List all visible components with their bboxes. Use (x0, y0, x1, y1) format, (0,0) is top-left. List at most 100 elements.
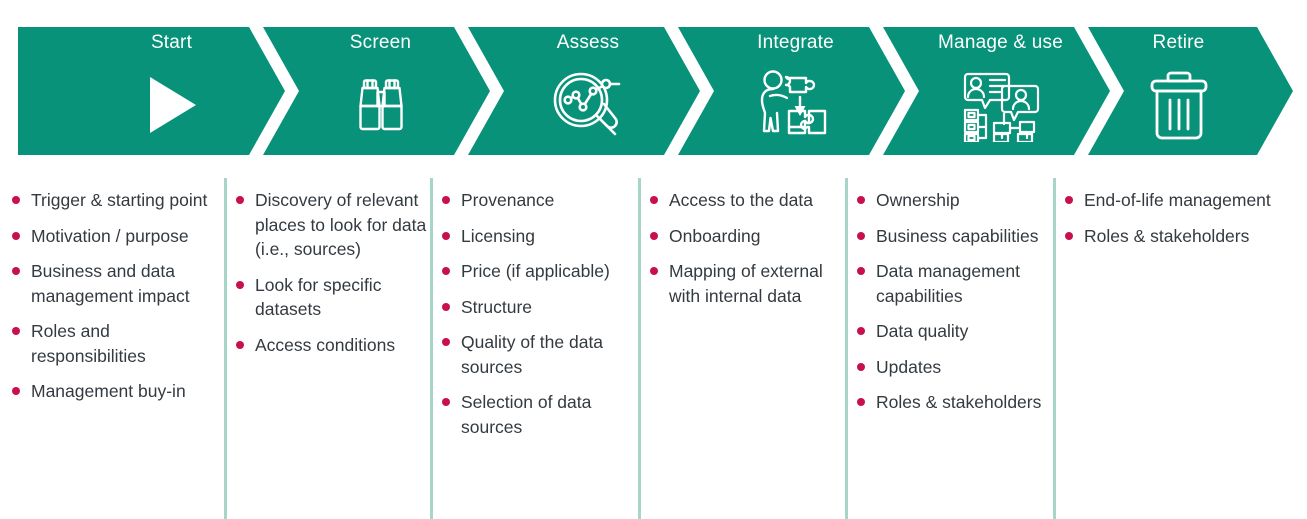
bullet-dot-icon (12, 196, 20, 204)
list-item-label: Roles & stakeholders (1084, 225, 1250, 246)
list-item: Roles & stakeholders (1053, 224, 1307, 249)
list-item: Licensing (430, 224, 638, 249)
list-item: Business and data management impact (0, 259, 224, 308)
list-item-label: End-of-life management (1084, 190, 1271, 210)
list-item-label: Structure (461, 296, 532, 317)
bullet-dot-icon (857, 231, 865, 240)
binoculars-icon (358, 79, 403, 131)
stage-chevron-screen[interactable]: Screen (263, 27, 490, 155)
stage-detail-columns: Trigger & starting point Motivation / pur… (0, 178, 1307, 519)
stage-icon-wrapper (682, 65, 909, 145)
list-item: Quality of the data sources (430, 330, 638, 379)
stage-chevron-integrate[interactable]: Integrate (678, 27, 905, 155)
list-item: Updates (845, 355, 1053, 380)
list-item-label: Business and data management impact (31, 261, 190, 306)
bullet-dot-icon (857, 327, 865, 335)
list-item: Roles and responsibilities (0, 319, 224, 368)
bullet-dot-icon (12, 327, 20, 335)
list-item-label: Trigger & starting point (31, 190, 208, 210)
list-item-label: Mapping of external with internal data (669, 261, 823, 306)
bullet-list: End-of-life management Roles & stakeholde… (1053, 188, 1307, 248)
list-item-label: Provenance (461, 190, 555, 210)
list-item: Discovery of relevant places to look for… (224, 188, 430, 262)
list-item: Mapping of external with internal data (638, 259, 845, 308)
bullet-dot-icon (650, 231, 658, 240)
list-item: Price (if applicable) (430, 259, 638, 284)
list-item-label: Business capabilities (876, 225, 1039, 246)
magnifier-chart-icon (553, 72, 621, 136)
bullet-dot-icon (1065, 231, 1073, 240)
stage-chevron-assess[interactable]: Assess (468, 27, 700, 155)
bullet-dot-icon (1065, 196, 1073, 204)
list-item: Ownership (845, 188, 1053, 213)
list-item: End-of-life management (1053, 188, 1307, 213)
bullet-dot-icon (442, 398, 450, 406)
list-item-label: Licensing (461, 225, 535, 246)
list-item: Trigger & starting point (0, 188, 224, 213)
person-puzzle-icon (760, 70, 826, 135)
list-item-label: Roles & stakeholders (876, 392, 1042, 412)
bullet-dot-icon (236, 196, 244, 204)
list-item-label: Quality of the data sources (461, 332, 604, 377)
bullet-dot-icon (12, 267, 20, 275)
stage-icon-wrapper (472, 65, 704, 145)
stage-label: Retire (1152, 32, 1205, 53)
trash-icon (1150, 71, 1207, 140)
list-item: Data quality (845, 319, 1053, 344)
bullet-dot-icon (442, 196, 450, 204)
stage-chevron-retire[interactable]: Retire (1088, 27, 1293, 155)
bullet-dot-icon (442, 267, 450, 275)
detail-column-assess: Provenance Licensing Price (if applicable)… (430, 178, 638, 519)
list-item-label: Price (if applicable) (461, 261, 610, 281)
list-item-label: Updates (876, 356, 942, 377)
list-item: Look for specific datasets (224, 273, 430, 322)
list-item-label: Motivation / purpose (31, 225, 189, 246)
people-network-icon (963, 72, 1039, 142)
list-item: Business capabilities (845, 224, 1053, 249)
bullet-dot-icon (857, 362, 865, 371)
list-item: Motivation / purpose (0, 224, 224, 249)
detail-column-screen: Discovery of relevant places to look for… (224, 178, 430, 519)
stage-icon-wrapper (267, 65, 494, 145)
list-item: Provenance (430, 188, 638, 213)
list-item: Selection of data sources (430, 390, 638, 439)
detail-column-manage-use: Ownership Business capabilities Data manag… (845, 178, 1053, 519)
stage-chevron-start[interactable]: Start (18, 27, 285, 155)
detail-column-integrate: Access to the data Onboarding Mapping of e… (638, 178, 845, 519)
bullet-list: Access to the data Onboarding Mapping of e… (638, 188, 845, 308)
list-item-label: Data quality (876, 321, 969, 341)
bullet-dot-icon (442, 338, 450, 346)
list-item: Access to the data (638, 188, 845, 213)
list-item-label: Ownership (876, 190, 960, 210)
stage-icon-wrapper (1076, 65, 1281, 145)
bullet-dot-icon (650, 196, 658, 204)
list-item: Management buy-in (0, 379, 224, 404)
bullet-dot-icon (236, 280, 244, 289)
bullet-dot-icon (857, 398, 865, 406)
bullet-dot-icon (12, 387, 20, 395)
bullet-dot-icon (236, 340, 244, 349)
stage-label: Screen (349, 32, 412, 53)
list-item-label: Onboarding (669, 225, 761, 246)
bullet-dot-icon (650, 267, 658, 275)
stage-banner: Start Screen Assess Integrate Manage & u… (0, 0, 1307, 170)
list-item-label: Management buy-in (31, 381, 186, 401)
bullet-list: Ownership Business capabilities Data manag… (845, 188, 1053, 415)
list-item-label: Access to the data (669, 190, 813, 210)
list-item-label: Data management capabilities (876, 261, 1020, 306)
list-item: Access conditions (224, 333, 430, 358)
list-item: Data management capabilities (845, 259, 1053, 308)
bullet-dot-icon (12, 231, 20, 240)
bullet-list: Provenance Licensing Price (if applicable)… (430, 188, 638, 439)
list-item-label: Look for specific datasets (255, 274, 382, 320)
list-item: Structure (430, 295, 638, 320)
list-item: Roles & stakeholders (845, 390, 1053, 415)
stage-label: Assess (556, 32, 620, 53)
bullet-dot-icon (857, 267, 865, 275)
detail-column-retire: End-of-life management Roles & stakeholde… (1053, 178, 1307, 519)
detail-column-start: Trigger & starting point Motivation / pur… (0, 178, 224, 519)
stage-label: Integrate (757, 32, 834, 53)
list-item-label: Discovery of relevant places to look for… (255, 190, 427, 259)
bullet-list: Discovery of relevant places to look for… (224, 188, 430, 357)
list-item-label: Selection of data sources (461, 392, 592, 437)
